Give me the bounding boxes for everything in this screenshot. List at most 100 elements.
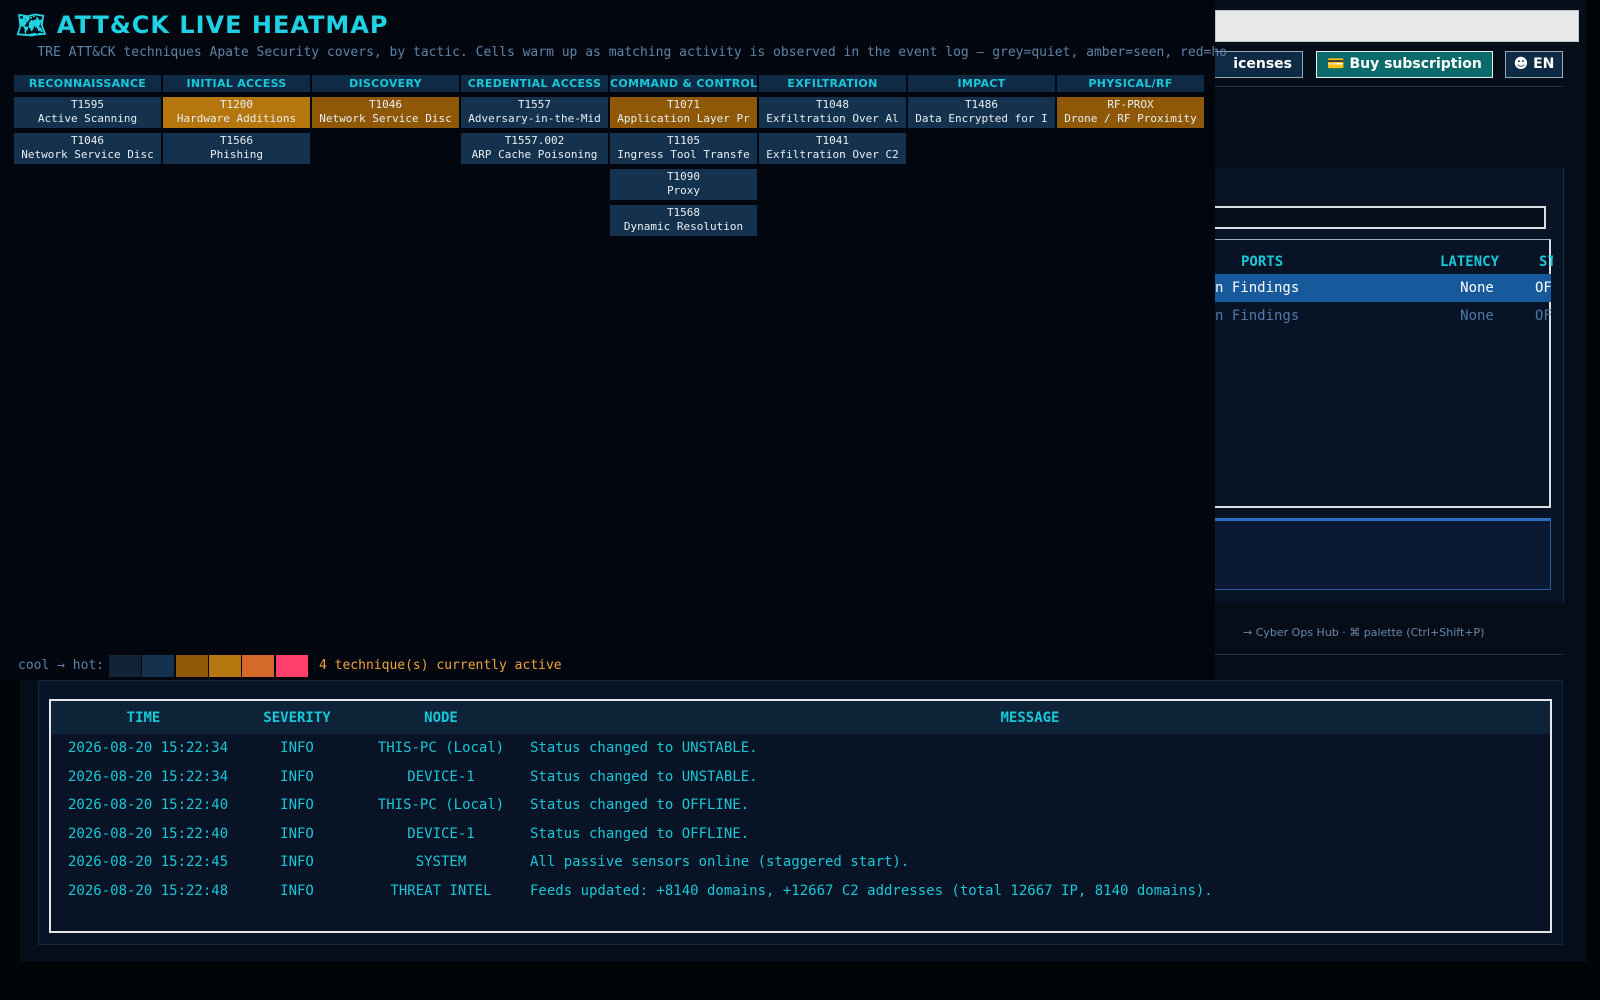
technique-id: T1200 [219, 98, 254, 111]
technique-cell[interactable]: T1595 Active Scanning [14, 97, 161, 128]
log-node: THREAT INTEL [390, 882, 492, 899]
divider [1215, 86, 1563, 87]
legend-swatch [208, 655, 241, 677]
technique-cell[interactable]: T1566 Phishing [163, 133, 310, 164]
technique-id: T1595 [70, 98, 105, 111]
log-row[interactable]: 2026-08-20 15:22:40 INFO DEVICE-1 Status ch… [51, 820, 1550, 849]
technique-cell[interactable]: T1557.002 ARP Cache Poisoning [461, 133, 608, 164]
host-details-box [1215, 518, 1551, 590]
hosts-column-ports[interactable]: PORTS [1241, 254, 1283, 270]
hosts-column-latency[interactable]: LATENCY [1440, 254, 1499, 270]
technique-id: T1046 [70, 134, 105, 147]
log-node: SYSTEM [415, 854, 467, 870]
host-status: OF [1535, 308, 1551, 324]
log-time: 2026-08-20 15:22:48 [68, 882, 229, 899]
log-row[interactable]: 2026-08-20 15:22:48 INFO THREAT INTEL Feeds… [51, 877, 1550, 906]
legend-swatch [175, 655, 208, 677]
heatmap-subtitle-wrap: TRE ATT&CK techniques Apate Security cov… [16, 45, 1227, 63]
technique-cell[interactable]: T1090 Proxy [610, 169, 757, 200]
log-severity: INFO [280, 740, 314, 756]
technique-label: Drone / RF Proximity [1064, 112, 1197, 125]
legend-swatch [242, 655, 275, 677]
technique-id: T1486 [964, 98, 999, 111]
hosts-row[interactable]: n Findings None OF [1215, 302, 1551, 330]
technique-id: T1046 [368, 98, 403, 111]
licenses-button[interactable]: icenses [1215, 51, 1303, 78]
technique-cell[interactable]: T1557 Adversary-in-the-Mid [461, 97, 608, 128]
technique-cell[interactable]: T1048 Exfiltration Over Al [759, 97, 906, 128]
technique-cell[interactable]: T1200 Hardware Additions [163, 97, 310, 128]
log-row[interactable]: 2026-08-20 15:22:45 INFO SYSTEM All passive… [51, 848, 1550, 877]
tactic-header: COMMAND & CONTROL [610, 75, 757, 92]
hosts-column-status[interactable]: ST [1539, 254, 1553, 270]
legend-swatch [109, 655, 141, 677]
log-node: THIS-PC (Local) [377, 740, 505, 756]
host-ports: n Findings [1215, 280, 1300, 296]
log-time: 2026-08-20 15:22:40 [68, 825, 229, 842]
technique-cell[interactable]: RF-PROX Drone / RF Proximity [1057, 97, 1204, 128]
tactic-column: CREDENTIAL ACCESS T1557 Adversary-in-the-M… [461, 75, 608, 164]
log-message: Feeds updated: +8140 domains, +12667 C2 … [530, 882, 1213, 899]
technique-label: Data Encrypted for I [915, 112, 1048, 125]
technique-id: RF-PROX [1107, 98, 1154, 111]
technique-cell[interactable]: T1486 Data Encrypted for I [908, 97, 1055, 128]
buy-subscription-button[interactable]: 💳 Buy subscription [1316, 51, 1493, 78]
divider [1215, 654, 1563, 655]
log-message: Status changed to OFFLINE. [530, 825, 750, 842]
technique-label: Exfiltration Over C2 [766, 148, 899, 161]
technique-id: T1071 [666, 98, 701, 111]
footer-links[interactable]: → Cyber Ops Hub · ⌘ palette (Ctrl+Shift+… [1243, 626, 1484, 639]
technique-id: T1048 [815, 98, 850, 111]
technique-label: Active Scanning [37, 112, 138, 125]
log-row[interactable]: 2026-08-20 15:22:34 INFO DEVICE-1 Status ch… [51, 763, 1550, 792]
log-column-severity[interactable]: SEVERITY [245, 710, 349, 726]
technique-id: T1568 [666, 206, 701, 219]
tactic-column: IMPACT T1486 Data Encrypted for I [908, 75, 1055, 128]
technique-label: ARP Cache Poisoning [471, 148, 598, 161]
tactic-header: EXFILTRATION [759, 75, 906, 92]
hosts-row[interactable]: n Findings None OF [1215, 274, 1551, 302]
technique-cell[interactable]: T1041 Exfiltration Over C2 [759, 133, 906, 164]
active-techniques-count: 4 technique(s) currently active [319, 658, 562, 673]
tactic-header: CREDENTIAL ACCESS [461, 75, 608, 92]
log-severity: INFO [280, 854, 314, 870]
top-search-input[interactable] [1215, 10, 1579, 42]
event-log-header: TIME SEVERITY NODE MESSAGE [51, 701, 1550, 734]
log-message: Status changed to UNSTABLE. [530, 768, 758, 785]
log-row[interactable]: 2026-08-20 15:22:40 INFO THIS-PC (Local) St… [51, 791, 1550, 820]
host-latency: None [1460, 280, 1494, 296]
technique-label: Network Service Disc [21, 148, 154, 161]
technique-cell[interactable]: T1071 Application Layer Pr [610, 97, 757, 128]
technique-cell[interactable]: T1046 Network Service Disc [14, 133, 161, 164]
heatmap-subtitle: TRE ATT&CK techniques Apate Security cov… [37, 45, 1227, 60]
technique-id: T1557 [517, 98, 552, 111]
tactic-header: PHYSICAL/RF [1057, 75, 1204, 92]
log-row[interactable]: 2026-08-20 15:22:34 INFO THIS-PC (Local) St… [51, 734, 1550, 763]
technique-cell[interactable]: T1105 Ingress Tool Transfe [610, 133, 757, 164]
log-column-time[interactable]: TIME [68, 710, 219, 726]
host-ports: n Findings [1215, 308, 1300, 324]
heatmap-title: 🗺 ATT&CK LIVE HEATMAP [16, 11, 389, 39]
tactic-header: INITIAL ACCESS [163, 75, 310, 92]
log-time: 2026-08-20 15:22:45 [68, 854, 229, 870]
hosts-filter-input[interactable] [1215, 206, 1546, 229]
technique-label: Dynamic Resolution [623, 220, 744, 233]
technique-cell[interactable]: T1046 Network Service Disc [312, 97, 459, 128]
technique-label: Phishing [210, 148, 263, 161]
log-column-node[interactable]: NODE [365, 710, 517, 726]
technique-cell[interactable]: T1568 Dynamic Resolution [610, 205, 757, 236]
technique-id: T1557.002 [504, 134, 565, 147]
log-node: DEVICE-1 [407, 768, 475, 785]
legend-swatch [275, 655, 308, 677]
technique-id: T1105 [666, 134, 701, 147]
log-column-message[interactable]: MESSAGE [530, 710, 1530, 726]
attack-heatmap-overlay: 🗺 ATT&CK LIVE HEATMAP TRE ATT&CK techniq… [0, 0, 1227, 680]
tactic-header: DISCOVERY [312, 75, 459, 92]
language-button[interactable]: ☻ EN [1505, 51, 1563, 78]
log-severity: INFO [280, 768, 314, 785]
log-severity: INFO [280, 797, 314, 813]
tactic-column: INITIAL ACCESS T1200 Hardware Additions T15… [163, 75, 310, 164]
tactic-header: RECONNAISSANCE [14, 75, 161, 92]
legend-label: cool → hot: [18, 658, 105, 673]
host-status: OF [1535, 280, 1551, 296]
